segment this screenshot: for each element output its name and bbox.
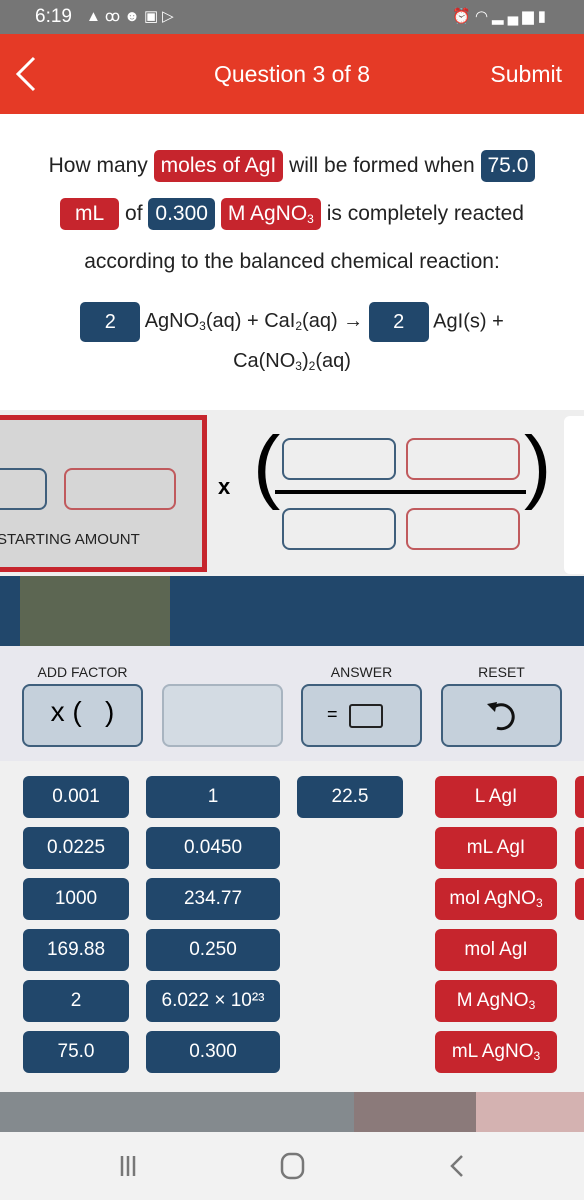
question-line-2: mL of 0.300 M AgNO3 is completely reacte…: [0, 198, 584, 230]
numerator-value-slot[interactable]: [282, 438, 396, 480]
workspace-scrollbar[interactable]: [0, 576, 584, 646]
unit-tile[interactable]: L AgI: [435, 776, 557, 818]
back-icon: [450, 1155, 463, 1177]
voicemail-icon: ꝏ: [104, 8, 125, 25]
starting-value-slot[interactable]: [0, 468, 47, 510]
starting-amount-box: STARTING AMOUNT: [0, 415, 207, 572]
reset-button[interactable]: [441, 684, 562, 747]
add-factor-button[interactable]: x ( ): [22, 684, 143, 747]
given-volume-chip: 75.0: [480, 150, 536, 182]
unit-tile-partial[interactable]: [575, 878, 584, 920]
target-unit-chip: moles of AgI: [153, 150, 284, 182]
number-tile[interactable]: 0.001: [23, 776, 129, 818]
scrollbar-track-end: [476, 1092, 584, 1132]
starting-unit-slot[interactable]: [64, 468, 176, 510]
unit-tile[interactable]: mL AgNO3: [435, 1031, 557, 1073]
home-button[interactable]: [262, 1148, 322, 1184]
question-line-1: How many moles of AgI will be formed whe…: [0, 150, 584, 182]
warning-icon: ▲: [86, 8, 105, 25]
number-tile[interactable]: 2: [23, 980, 129, 1022]
multiply-symbol: x: [218, 474, 231, 499]
unit-tile[interactable]: mol AgNO3: [435, 878, 557, 920]
answer-label: ANSWER: [330, 664, 393, 680]
starting-amount-label: STARTING AMOUNT: [0, 531, 140, 548]
home-icon: [280, 1152, 305, 1180]
add-factor-label: ADD FACTOR: [37, 664, 128, 680]
number-tile[interactable]: 75.0: [23, 1031, 129, 1073]
coefficient-reactant: 2: [80, 302, 141, 342]
question-line-3: according to the balanced chemical react…: [84, 250, 500, 273]
open-paren: (: [253, 420, 281, 511]
number-tile[interactable]: 234.77: [146, 878, 280, 920]
next-factor-edge: [564, 416, 584, 574]
number-tile[interactable]: 6.022 × 10²³: [146, 980, 280, 1022]
app-bar: Question 3 of 8 Submit: [0, 34, 584, 114]
alarm-icon: ⏰: [452, 8, 475, 25]
given-concentration-chip: 0.300: [148, 198, 215, 230]
smiley-icon: ☻: [124, 8, 144, 25]
wifi-icon: ◠: [474, 8, 493, 25]
undo-icon: [487, 702, 515, 731]
controls-row: ADD FACTOR x ( ) ANSWER = RESET: [0, 646, 584, 761]
number-tile[interactable]: 0.0450: [146, 827, 280, 869]
image-icon: ▣: [143, 8, 163, 25]
reset-label: RESET: [478, 664, 525, 680]
unit-tile[interactable]: mol AgI: [435, 929, 557, 971]
question-panel: How many moles of AgI will be formed whe…: [0, 114, 584, 410]
fraction-line: [275, 490, 526, 494]
number-tile[interactable]: 0.300: [146, 1031, 280, 1073]
denominator-value-slot[interactable]: [282, 508, 396, 550]
unit-tile-partial[interactable]: [575, 776, 584, 818]
equation-line-1: 2 AgNO3(aq) + CaI2(aq) → 2 AgI(s) +: [0, 302, 584, 342]
scrollbar-thumb[interactable]: [354, 1092, 476, 1132]
submit-button[interactable]: Submit: [490, 61, 562, 88]
number-tile[interactable]: 0.0225: [23, 827, 129, 869]
number-tile[interactable]: 169.88: [23, 929, 129, 971]
unit-tile[interactable]: M AgNO3: [435, 980, 557, 1022]
tile-scrollbar[interactable]: [0, 1092, 584, 1132]
numerator-unit-slot[interactable]: [406, 438, 520, 480]
given-species-chip: M AgNO3: [220, 198, 321, 230]
equation-line-2: Ca(NO3)2(aq): [233, 350, 351, 373]
system-nav-bar: [0, 1132, 584, 1200]
empty-control-slot: [162, 684, 283, 747]
number-tile[interactable]: 0.250: [146, 929, 280, 971]
number-tile[interactable]: 22.5: [297, 776, 403, 818]
play-store-icon: ▷: [162, 8, 178, 25]
scrollbar-track: [0, 1092, 354, 1132]
scrollbar-thumb[interactable]: [20, 576, 170, 646]
status-bar: 6:19 ▲ꝏ☻▣▷ ⏰◠▂▄▆▮: [0, 0, 584, 34]
tile-palette: 0.001 0.0225 1000 169.88 2 75.0 1 0.0450…: [0, 761, 584, 1091]
status-time: 6:19: [35, 6, 72, 27]
add-factor-icon: x ( ): [50, 696, 115, 727]
unit-tile[interactable]: mL AgI: [435, 827, 557, 869]
given-unit-chip: mL: [60, 198, 120, 230]
battery-icon: ▮: [537, 8, 550, 25]
answer-box-icon: [349, 704, 383, 728]
coefficient-product: 2: [368, 302, 429, 342]
close-paren: ): [524, 420, 552, 511]
system-back-button[interactable]: [426, 1148, 486, 1184]
answer-button[interactable]: =: [301, 684, 422, 747]
number-tile[interactable]: 1000: [23, 878, 129, 920]
denominator-unit-slot[interactable]: [406, 508, 520, 550]
recents-button[interactable]: [98, 1148, 158, 1184]
signal-icon: ▂▄▆: [492, 8, 538, 25]
unit-tile-partial[interactable]: [575, 827, 584, 869]
number-tile[interactable]: 1: [146, 776, 280, 818]
recents-icon: [120, 1156, 136, 1176]
